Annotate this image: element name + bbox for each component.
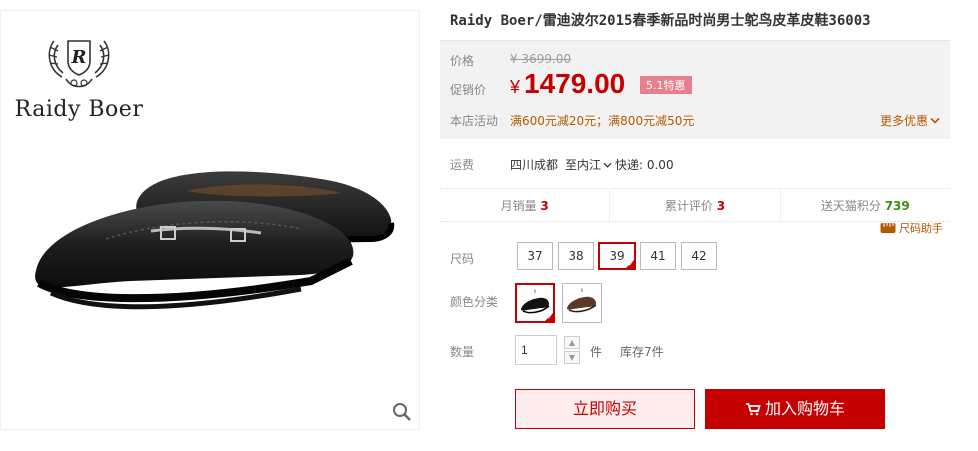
product-info-panel: Raidy Boer/雷迪波尔2015春季新品时尚男士鸵鸟皮革皮鞋36003 价… [440, 0, 978, 429]
promo-badge: 5.1特惠 [640, 76, 692, 94]
cart-icon [745, 403, 761, 416]
price-box: 价格 ¥ 3699.00 促销价 ¥1479.00 5.1特惠 本店活动 满60… [440, 40, 950, 139]
product-photo [35, 171, 395, 310]
currency-symbol: ¥ [510, 77, 521, 97]
brand-emblem-icon: R [48, 40, 110, 88]
chevron-up-icon: ▲ [568, 338, 576, 347]
original-price: ¥ 3699.00 [510, 52, 572, 66]
size-option-39-selected[interactable]: 39 [598, 242, 636, 270]
total-reviews[interactable]: 累计评价 3 [610, 189, 781, 221]
total-reviews-label: 累计评价 [664, 199, 713, 213]
promo-price-value: 1479.00 [524, 68, 626, 99]
chevron-down-icon [603, 162, 612, 168]
quantity-label: 数量 [450, 345, 475, 359]
size-helper-link[interactable]: 尺码助手 [880, 220, 943, 236]
product-image-gallery[interactable]: R Raidy Boer [0, 10, 420, 430]
selected-check-icon [544, 312, 553, 321]
chevron-down-icon: ▼ [568, 353, 576, 362]
size-label: 尺码 [450, 252, 475, 266]
shipping-row: 运费 四川成都 至内江 快递: 0.00 [440, 152, 950, 180]
ruler-icon [880, 223, 896, 233]
color-option-black[interactable]: R [515, 283, 555, 323]
svg-text:R: R [534, 289, 537, 294]
selected-check-icon [625, 259, 635, 269]
size-option-41[interactable]: 41 [640, 242, 676, 270]
ship-from: 四川成都 [510, 158, 559, 172]
size-helper-label: 尺码助手 [899, 222, 943, 235]
color-option-brown[interactable]: R [562, 283, 602, 323]
stock-text: 库存7件 [620, 345, 664, 359]
chevron-down-icon [930, 117, 940, 124]
tmall-points: 送天猫积分 739 [781, 189, 950, 221]
size-option-37[interactable]: 37 [517, 242, 553, 270]
monthly-sales-label: 月销量 [500, 199, 537, 213]
price-label: 价格 [450, 54, 475, 68]
brand-logo: R Raidy Boer [9, 33, 149, 122]
ship-to-selector[interactable]: 至内江 [565, 156, 612, 173]
shipping-label: 运费 [450, 158, 475, 172]
sales-stats: 月销量 3 累计评价 3 送天猫积分 739 [440, 188, 950, 222]
more-offers-label: 更多优惠 [879, 114, 928, 128]
quantity-decrease-button[interactable]: ▼ [564, 351, 580, 364]
quantity-unit: 件 [590, 345, 603, 359]
buy-now-button[interactable]: 立即购买 [515, 389, 695, 429]
shipping-fee: 快递: 0.00 [615, 158, 674, 172]
add-to-cart-button[interactable]: 加入购物车 [705, 389, 885, 429]
more-offers-link[interactable]: 更多优惠 [880, 112, 940, 129]
brand-name: Raidy Boer [14, 97, 144, 122]
product-title: Raidy Boer/雷迪波尔2015春季新品时尚男士鸵鸟皮革皮鞋36003 [450, 13, 871, 29]
tmall-points-label: 送天猫积分 [820, 199, 881, 213]
color-label: 颜色分类 [450, 295, 499, 309]
tmall-points-value: 739 [884, 199, 910, 213]
add-to-cart-label: 加入购物车 [764, 399, 845, 418]
svg-text:R: R [71, 47, 87, 68]
monthly-sales-value: 3 [540, 199, 549, 213]
size-option-label: 39 [609, 249, 625, 263]
brown-shoe-thumbnail: R [567, 288, 597, 313]
size-option-38[interactable]: 38 [558, 242, 594, 270]
total-reviews-value: 3 [716, 199, 726, 213]
quantity-input[interactable] [515, 335, 557, 365]
promo-price: ¥1479.00 [510, 68, 625, 100]
store-activity-text: 满600元减20元；满800元减50元 [510, 114, 695, 128]
store-activity-label: 本店活动 [450, 114, 499, 128]
zoom-icon[interactable] [391, 401, 413, 423]
svg-text:R: R [581, 288, 584, 293]
size-option-42[interactable]: 42 [681, 242, 717, 270]
quantity-increase-button[interactable]: ▲ [564, 336, 580, 349]
ship-to-value: 至内江 [565, 158, 602, 172]
monthly-sales: 月销量 3 [440, 189, 611, 221]
promo-price-label: 促销价 [450, 83, 487, 97]
